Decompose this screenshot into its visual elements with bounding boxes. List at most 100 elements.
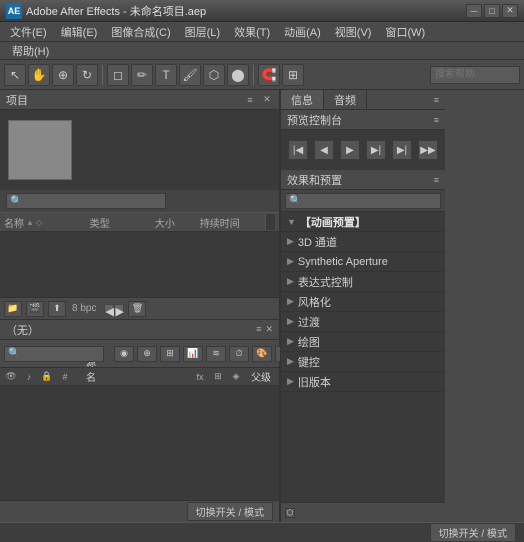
- effect-item-transition[interactable]: ▶ 过渡: [281, 312, 445, 332]
- tab-info[interactable]: 信息: [281, 90, 324, 109]
- project-content[interactable]: [0, 232, 279, 297]
- effect-item-expression-controls[interactable]: ▶ 表达式控制: [281, 272, 445, 292]
- preview-menu-btn[interactable]: ≡: [434, 115, 439, 125]
- effects-header: 效果和预置 ≡: [281, 170, 445, 190]
- layer-blend-icon[interactable]: ⊞: [211, 370, 225, 384]
- preview-to-start[interactable]: |◀: [288, 140, 308, 160]
- menu-help[interactable]: 帮助(H): [6, 42, 55, 60]
- col-header-duration: 持续时间: [200, 215, 261, 230]
- layer-name-label: 源名称: [86, 370, 100, 384]
- color-right-arrow[interactable]: ▶: [114, 304, 124, 314]
- toggle-switch-btn[interactable]: 切换开关 / 模式: [430, 523, 516, 542]
- project-search-input[interactable]: [6, 193, 166, 209]
- tl-tool-1[interactable]: ◉: [114, 346, 134, 362]
- tab-audio[interactable]: 音频: [324, 90, 367, 109]
- effect-item-draw[interactable]: ▶ 绘图: [281, 332, 445, 352]
- preview-header-controls: ≡: [434, 115, 439, 125]
- import-btn[interactable]: ⬆: [48, 301, 66, 317]
- project-close-btn[interactable]: ✕: [261, 94, 273, 106]
- color-depth-controls: ◀ ▶: [104, 304, 124, 314]
- bpc-label: 8 bpc: [72, 303, 96, 314]
- right-side-panels: 信息 音频 ≡ 预览控制台 ≡ |◀ ◀ ▶ ▶| ▶| ▶▶: [280, 90, 445, 522]
- maximize-button[interactable]: □: [484, 4, 500, 18]
- timeline-menu-btn[interactable]: ≡: [256, 324, 261, 335]
- tl-tool-6[interactable]: ⏱: [229, 346, 249, 362]
- tool-snap[interactable]: 🧲: [258, 64, 280, 86]
- menu-edit[interactable]: 编辑(E): [55, 23, 104, 41]
- layer-fx-icon[interactable]: fx: [193, 370, 207, 384]
- preview-next-frame[interactable]: ▶|: [366, 140, 386, 160]
- toolbar-separator-1: [102, 65, 103, 85]
- tool-puppet[interactable]: ⬤: [227, 64, 249, 86]
- tool-rotate[interactable]: ↻: [76, 64, 98, 86]
- menu-effect[interactable]: 效果(T): [228, 23, 276, 41]
- menu-animation[interactable]: 动画(A): [278, 23, 327, 41]
- effect-item-old-version[interactable]: ▶ 旧版本: [281, 372, 445, 392]
- preview-play[interactable]: ▶: [340, 140, 360, 160]
- tool-text[interactable]: T: [155, 64, 177, 86]
- minimize-button[interactable]: ─: [466, 4, 482, 18]
- info-panel-menu-btn[interactable]: ≡: [428, 95, 445, 105]
- tool-clone[interactable]: ⬡: [203, 64, 225, 86]
- tool-pen[interactable]: ✏: [131, 64, 153, 86]
- tag-icon: ◇: [36, 218, 42, 227]
- effects-search-input[interactable]: [285, 193, 441, 209]
- tool-brush[interactable]: 🖌: [179, 64, 201, 86]
- project-panel-header: 项目 ≡ ✕: [0, 90, 279, 110]
- layer-audio-icon[interactable]: ♪: [22, 370, 36, 384]
- menu-composition[interactable]: 图像合成(C): [105, 23, 176, 41]
- layer-hash-icon[interactable]: #: [58, 370, 72, 384]
- tl-tool-2[interactable]: ⊕: [137, 346, 157, 362]
- preview-ram[interactable]: ▶▶: [418, 140, 438, 160]
- thumbnail-area: [0, 110, 279, 190]
- new-folder-btn[interactable]: 📁: [4, 301, 22, 317]
- preview-header: 预览控制台 ≡: [281, 110, 445, 130]
- layer-eye-icon[interactable]: 👁: [4, 370, 18, 384]
- tool-select[interactable]: ↖: [4, 64, 26, 86]
- effect-item-keying[interactable]: ▶ 键控: [281, 352, 445, 372]
- project-scrollbar[interactable]: [265, 214, 275, 230]
- timeline-close-btn[interactable]: ✕: [265, 324, 273, 335]
- layer-lock-icon[interactable]: 🔒: [40, 370, 54, 384]
- toolbar-separator-2: [253, 65, 254, 85]
- timeline-search-wrap: 🔍: [4, 346, 104, 362]
- effect-item-animation-presets[interactable]: ▼ 【动画预置】: [281, 212, 445, 232]
- menu-window[interactable]: 窗口(W): [379, 23, 431, 41]
- project-menu-btn[interactable]: ≡: [243, 93, 257, 107]
- effects-menu-btn[interactable]: ≡: [434, 175, 439, 185]
- tl-tool-4[interactable]: 📊: [183, 346, 203, 362]
- menu-view[interactable]: 视图(V): [329, 23, 378, 41]
- preview-to-end[interactable]: ▶|: [392, 140, 412, 160]
- main-content: 项目 ≡ ✕ 🔍 名称 ▲: [0, 90, 524, 522]
- tl-tool-3[interactable]: ⊞: [160, 346, 180, 362]
- menu-layer[interactable]: 图层(L): [179, 23, 226, 41]
- ae-logo: AE: [6, 3, 22, 19]
- tool-hand[interactable]: ✋: [28, 64, 50, 86]
- switch-mode-btn[interactable]: 切换开关 / 模式: [187, 502, 273, 521]
- effects-expand-btn[interactable]: ⬡: [285, 508, 295, 518]
- tool-3d[interactable]: ⊞: [282, 64, 304, 86]
- tool-shape[interactable]: ◻: [107, 64, 129, 86]
- menu-file[interactable]: 文件(E): [4, 23, 53, 41]
- effect-item-stylize[interactable]: ▶ 风格化: [281, 292, 445, 312]
- effects-bottom: ⬡: [281, 502, 445, 522]
- delete-btn[interactable]: 🗑: [128, 301, 146, 317]
- effect-item-3d-channel[interactable]: ▶ 3D 通道: [281, 232, 445, 252]
- window-controls: ─ □ ✕: [466, 4, 518, 18]
- sort-icon: ▲: [26, 218, 34, 227]
- effects-list[interactable]: ▼ 【动画预置】 ▶ 3D 通道 ▶ Synthetic Aperture ▶ …: [281, 212, 445, 502]
- layer-color-icon[interactable]: ◈: [229, 370, 243, 384]
- new-comp-btn[interactable]: 🎬: [26, 301, 44, 317]
- info-audio-tabs: 信息 音频 ≡: [281, 90, 445, 110]
- tool-zoom[interactable]: ⊕: [52, 64, 74, 86]
- effects-search-area: 🔍: [281, 190, 445, 212]
- color-left-arrow[interactable]: ◀: [104, 304, 114, 314]
- preview-content: |◀ ◀ ▶ ▶| ▶| ▶▶: [281, 130, 445, 170]
- tl-tool-5[interactable]: ≋: [206, 346, 226, 362]
- tl-tool-7[interactable]: 🎨: [252, 346, 272, 362]
- preview-prev-frame[interactable]: ◀: [314, 140, 334, 160]
- search-help-input[interactable]: [430, 66, 520, 84]
- effect-item-synthetic-aperture[interactable]: ▶ Synthetic Aperture: [281, 252, 445, 272]
- close-button[interactable]: ✕: [502, 4, 518, 18]
- project-header-controls: ≡ ✕: [243, 93, 273, 107]
